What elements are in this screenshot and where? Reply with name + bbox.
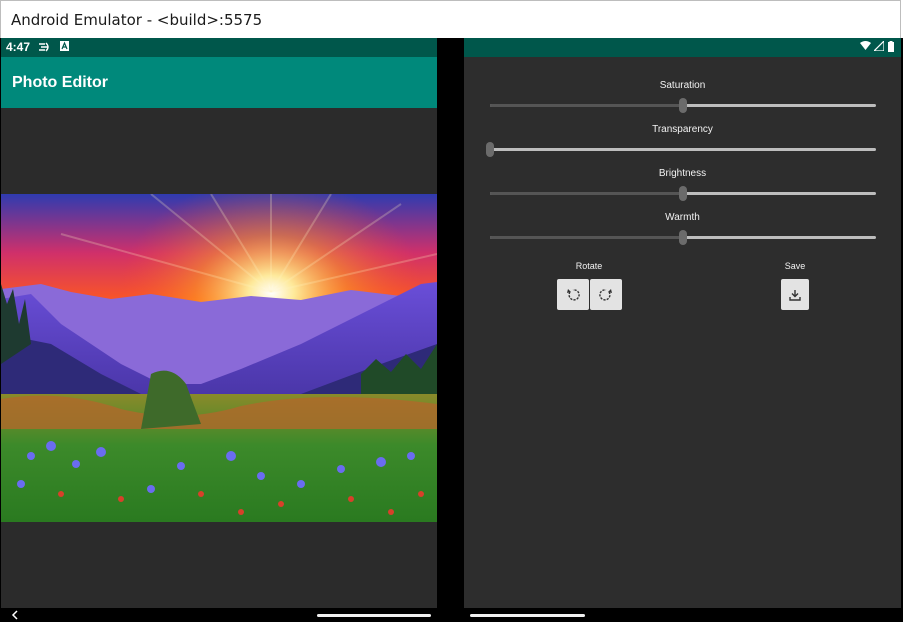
right-screen: Saturation Transparency Brightness Warmt…	[464, 38, 901, 622]
transparency-thumb[interactable]	[486, 142, 494, 157]
left-screen: 4:47 Photo Editor	[1, 38, 437, 622]
battery-icon	[888, 41, 894, 52]
saturation-label: Saturation	[659, 80, 706, 91]
emulator-device: 4:47 Photo Editor Saturation Transparenc…	[0, 38, 903, 622]
status-time: 4:47	[6, 40, 31, 54]
window-title-bar: Android Emulator - <build>:5575	[0, 0, 901, 38]
brightness-label: Brightness	[658, 168, 707, 179]
nav-bar-right	[464, 608, 901, 622]
warmth-fill	[490, 236, 683, 239]
warmth-thumb[interactable]	[679, 230, 687, 245]
rotate-left-icon	[567, 288, 580, 301]
rotate-left-button[interactable]	[557, 279, 589, 310]
status-bar-right	[464, 38, 901, 57]
app-bar: Photo Editor	[1, 57, 437, 108]
rotate-right-icon	[599, 288, 612, 301]
saturation-fill	[490, 104, 683, 107]
status-bar-left: 4:47	[1, 38, 437, 57]
saturation-slider[interactable]	[490, 98, 876, 113]
home-handle[interactable]	[317, 614, 431, 617]
transparency-label: Transparency	[652, 124, 713, 135]
download-icon	[789, 289, 801, 301]
brightness-slider[interactable]	[490, 186, 876, 201]
save-button[interactable]	[781, 279, 809, 310]
satellite-icon	[39, 42, 49, 52]
wifi-icon	[860, 41, 871, 50]
photo-preview[interactable]	[1, 194, 437, 522]
brightness-thumb[interactable]	[679, 186, 687, 201]
signal-icon	[874, 41, 884, 51]
rotate-label: Rotate	[575, 261, 603, 271]
back-icon[interactable]	[11, 610, 19, 620]
home-handle-right[interactable]	[470, 614, 585, 617]
warmth-label: Warmth	[665, 212, 700, 223]
save-label: Save	[784, 261, 806, 271]
saturation-thumb[interactable]	[679, 98, 687, 113]
transparency-slider[interactable]	[486, 142, 876, 157]
app-title: Photo Editor	[12, 74, 108, 91]
a-badge-icon	[60, 41, 69, 51]
window-title: Android Emulator - <build>:5575	[11, 11, 263, 29]
nav-bar-left	[1, 608, 437, 622]
warmth-slider[interactable]	[490, 230, 876, 245]
brightness-fill	[490, 192, 683, 195]
rotate-right-button[interactable]	[590, 279, 622, 310]
